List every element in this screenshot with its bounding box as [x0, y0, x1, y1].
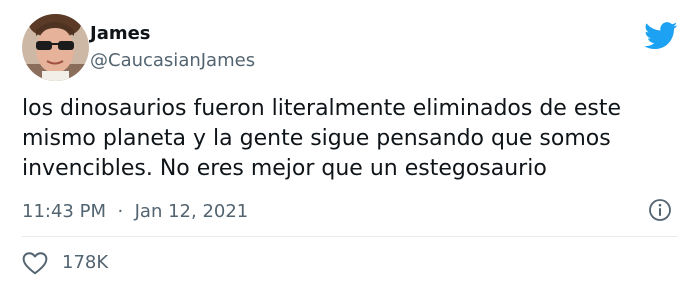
tweet-card: James @CaucasianJames los dinosaurios fu…	[0, 0, 700, 288]
like-count: 178K	[62, 252, 109, 273]
twitter-bird-icon[interactable]	[644, 22, 678, 50]
avatar-photo	[22, 14, 89, 81]
tweet-header: James @CaucasianJames	[22, 14, 678, 82]
like-button[interactable]: 178K	[22, 249, 108, 277]
tweet-text: los dinosaurios fueron literalmente elim…	[22, 96, 621, 181]
heart-icon	[22, 252, 48, 275]
divider	[22, 236, 678, 237]
author-display-name[interactable]: James	[90, 23, 255, 45]
timestamp-separator: ·	[111, 201, 129, 222]
author-handle[interactable]: @CaucasianJames	[90, 50, 255, 72]
tweet-meta: 11:43 PM · Jan 12, 2021	[22, 198, 678, 228]
info-icon-graphic	[649, 199, 671, 221]
info-icon[interactable]	[648, 198, 672, 222]
author-info: James @CaucasianJames	[90, 23, 255, 72]
twitter-bird-icon-graphic	[644, 22, 678, 50]
tweet-time: 11:43 PM	[22, 201, 106, 222]
tweet-date: Jan 12, 2021	[134, 201, 249, 222]
tweet-timestamp[interactable]: 11:43 PM · Jan 12, 2021	[22, 201, 248, 223]
avatar[interactable]	[22, 14, 89, 81]
